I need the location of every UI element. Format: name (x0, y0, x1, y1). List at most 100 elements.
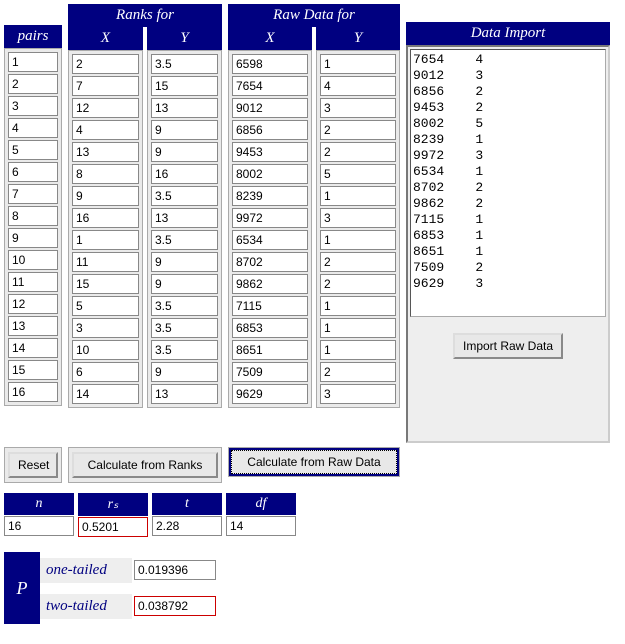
raw-x-input-7[interactable] (232, 186, 308, 206)
raw-y-input-16[interactable] (320, 384, 396, 404)
ranks-y-input-10[interactable] (151, 252, 218, 272)
ranks-x-input-8[interactable] (72, 208, 139, 228)
raw-for-header: Raw Data for (228, 4, 400, 27)
stat-df-value[interactable] (226, 516, 296, 536)
p-one-tailed-value[interactable] (134, 560, 216, 580)
stats-row: n rₛ t df (4, 493, 621, 538)
raw-y-input-4[interactable] (320, 120, 396, 140)
raw-x-input-15[interactable] (232, 362, 308, 382)
raw-x-input-2[interactable] (232, 76, 308, 96)
raw-x-input-8[interactable] (232, 208, 308, 228)
raw-y-input-3[interactable] (320, 98, 396, 118)
pairs-input-3[interactable] (8, 96, 58, 116)
p-label: P (4, 552, 40, 624)
pairs-input-1[interactable] (8, 52, 58, 72)
raw-x-input-1[interactable] (232, 54, 308, 74)
ranks-y-input-7[interactable] (151, 186, 218, 206)
raw-y-input-15[interactable] (320, 362, 396, 382)
raw-y-input-5[interactable] (320, 142, 396, 162)
raw-x-input-13[interactable] (232, 318, 308, 338)
raw-x-input-3[interactable] (232, 98, 308, 118)
raw-y-input-7[interactable] (320, 186, 396, 206)
ranks-y-input-14[interactable] (151, 340, 218, 360)
raw-x-header: X (228, 27, 312, 50)
ranks-y-input-1[interactable] (151, 54, 218, 74)
ranks-x-input-16[interactable] (72, 384, 139, 404)
raw-x-input-10[interactable] (232, 252, 308, 272)
ranks-x-input-10[interactable] (72, 252, 139, 272)
ranks-y-input-5[interactable] (151, 142, 218, 162)
raw-y-input-12[interactable] (320, 296, 396, 316)
ranks-y-input-16[interactable] (151, 384, 218, 404)
raw-y-input-14[interactable] (320, 340, 396, 360)
raw-x-column: X (228, 27, 312, 408)
raw-x-input-14[interactable] (232, 340, 308, 360)
raw-y-input-11[interactable] (320, 274, 396, 294)
pairs-input-8[interactable] (8, 206, 58, 226)
raw-y-input-9[interactable] (320, 230, 396, 250)
ranks-x-input-4[interactable] (72, 120, 139, 140)
ranks-y-input-9[interactable] (151, 230, 218, 250)
raw-y-input-8[interactable] (320, 208, 396, 228)
raw-y-input-6[interactable] (320, 164, 396, 184)
raw-x-input-12[interactable] (232, 296, 308, 316)
ranks-y-input-8[interactable] (151, 208, 218, 228)
pairs-input-16[interactable] (8, 382, 58, 402)
raw-y-input-10[interactable] (320, 252, 396, 272)
ranks-x-input-13[interactable] (72, 318, 139, 338)
ranks-x-input-12[interactable] (72, 296, 139, 316)
import-group: Data Import Import Raw Data (406, 4, 610, 443)
ranks-x-input-14[interactable] (72, 340, 139, 360)
pairs-input-13[interactable] (8, 316, 58, 336)
pairs-input-4[interactable] (8, 118, 58, 138)
stat-rs-value[interactable] (78, 517, 148, 537)
ranks-y-input-4[interactable] (151, 120, 218, 140)
stat-n-value[interactable] (4, 516, 74, 536)
ranks-x-input-7[interactable] (72, 186, 139, 206)
pairs-input-9[interactable] (8, 228, 58, 248)
raw-x-input-6[interactable] (232, 164, 308, 184)
calc-from-ranks-button[interactable]: Calculate from Ranks (72, 452, 218, 478)
raw-x-input-5[interactable] (232, 142, 308, 162)
raw-x-input-9[interactable] (232, 230, 308, 250)
pairs-input-2[interactable] (8, 74, 58, 94)
stat-t-value[interactable] (152, 516, 222, 536)
ranks-x-input-11[interactable] (72, 274, 139, 294)
raw-x-input-16[interactable] (232, 384, 308, 404)
pairs-input-10[interactable] (8, 250, 58, 270)
ranks-x-input-1[interactable] (72, 54, 139, 74)
ranks-y-input-3[interactable] (151, 98, 218, 118)
ranks-y-input-13[interactable] (151, 318, 218, 338)
ranks-x-input-2[interactable] (72, 76, 139, 96)
pairs-input-14[interactable] (8, 338, 58, 358)
import-raw-button[interactable]: Import Raw Data (453, 333, 563, 359)
ranks-x-input-15[interactable] (72, 362, 139, 382)
ranks-y-input-15[interactable] (151, 362, 218, 382)
raw-x-cells (228, 50, 312, 408)
calc-from-raw-button[interactable]: Calculate from Raw Data (231, 450, 397, 474)
p-row: P one-tailed two-tailed (4, 552, 621, 624)
reset-button[interactable]: Reset (8, 452, 58, 478)
raw-y-header: Y (316, 27, 400, 50)
ranks-y-input-2[interactable] (151, 76, 218, 96)
import-textarea[interactable] (410, 49, 606, 317)
pairs-input-7[interactable] (8, 184, 58, 204)
pairs-input-12[interactable] (8, 294, 58, 314)
raw-x-input-4[interactable] (232, 120, 308, 140)
pairs-input-11[interactable] (8, 272, 58, 292)
ranks-x-input-5[interactable] (72, 142, 139, 162)
raw-y-input-13[interactable] (320, 318, 396, 338)
ranks-x-input-6[interactable] (72, 164, 139, 184)
pairs-input-15[interactable] (8, 360, 58, 380)
raw-y-input-1[interactable] (320, 54, 396, 74)
pairs-input-6[interactable] (8, 162, 58, 182)
ranks-x-input-9[interactable] (72, 230, 139, 250)
ranks-y-input-6[interactable] (151, 164, 218, 184)
pairs-input-5[interactable] (8, 140, 58, 160)
p-two-tailed-value[interactable] (134, 596, 216, 616)
raw-y-input-2[interactable] (320, 76, 396, 96)
ranks-y-input-12[interactable] (151, 296, 218, 316)
ranks-x-input-3[interactable] (72, 98, 139, 118)
raw-x-input-11[interactable] (232, 274, 308, 294)
ranks-y-input-11[interactable] (151, 274, 218, 294)
